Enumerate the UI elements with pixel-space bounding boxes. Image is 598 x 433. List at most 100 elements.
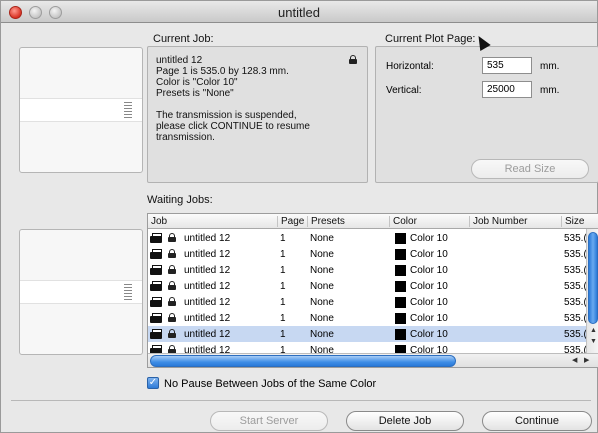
current-job-preview xyxy=(19,47,143,173)
size-cell: 535.( xyxy=(564,313,587,324)
printer-icon xyxy=(150,281,162,291)
printer-icon xyxy=(150,265,162,275)
current-job-line: Presets is "None" xyxy=(156,88,234,99)
current-job-label: Current Job: xyxy=(153,33,214,45)
title-bar: untitled xyxy=(1,1,597,23)
presets-cell: None xyxy=(310,281,334,292)
window-title: untitled xyxy=(278,5,320,20)
presets-cell: None xyxy=(310,249,334,260)
footer-divider xyxy=(11,400,591,401)
vertical-label: Vertical: xyxy=(386,85,422,96)
waiting-jobs-table: Job Page Presets Color Job Number Size u… xyxy=(147,213,598,368)
size-cell: 535.( xyxy=(564,249,587,260)
column-presets[interactable]: Presets xyxy=(308,216,390,227)
no-pause-label[interactable]: No Pause Between Jobs of the Same Color xyxy=(164,378,376,390)
vertical-scrollbar-thumb[interactable] xyxy=(588,232,598,324)
preview-marks xyxy=(124,284,132,300)
horizontal-label: Horizontal: xyxy=(386,61,434,72)
table-row[interactable]: untitled 12 1 None Color 10 535.( xyxy=(148,278,598,294)
table-row[interactable]: untitled 12 1 None Color 10 535.( xyxy=(148,230,598,246)
color-swatch xyxy=(395,313,406,324)
job-cell: untitled 12 xyxy=(184,233,231,244)
printer-icon xyxy=(150,233,162,243)
table-row[interactable]: untitled 12 1 None Color 10 535.( xyxy=(148,246,598,262)
page-cell: 1 xyxy=(280,329,286,340)
color-swatch xyxy=(395,297,406,308)
job-cell: untitled 12 xyxy=(184,297,231,308)
presets-cell: None xyxy=(310,297,334,308)
column-color[interactable]: Color xyxy=(390,216,470,227)
color-cell: Color 10 xyxy=(410,233,448,244)
status-message-line: The transmission is suspended, xyxy=(156,110,297,121)
scroll-right-icon[interactable]: ▶ xyxy=(584,356,589,364)
column-job[interactable]: Job xyxy=(148,216,278,227)
lock-icon xyxy=(168,329,176,338)
presets-cell: None xyxy=(310,233,334,244)
column-size[interactable]: Size xyxy=(562,216,598,227)
table-header: Job Page Presets Color Job Number Size xyxy=(148,214,598,229)
table-row[interactable]: untitled 12 1 None Color 10 535.( xyxy=(148,310,598,326)
color-swatch xyxy=(395,329,406,340)
waiting-job-preview xyxy=(19,229,143,355)
scroll-left-icon[interactable]: ◀ xyxy=(572,356,577,364)
lock-icon xyxy=(168,249,176,258)
read-size-button[interactable]: Read Size xyxy=(471,159,589,179)
page-cell: 1 xyxy=(280,233,286,244)
job-cell: untitled 12 xyxy=(184,313,231,324)
horizontal-unit: mm. xyxy=(540,61,560,72)
table-row[interactable]: untitled 12 1 None Color 10 535.( xyxy=(148,294,598,310)
main-window: untitled Current Job: untitled 12 Page 1… xyxy=(0,0,598,433)
color-swatch xyxy=(395,281,406,292)
size-cell: 535.( xyxy=(564,329,587,340)
job-cell: untitled 12 xyxy=(184,281,231,292)
current-job-line: Page 1 is 535.0 by 128.3 mm. xyxy=(156,66,289,77)
horizontal-scrollbar-thumb[interactable] xyxy=(150,355,456,367)
no-pause-checkbox[interactable]: ✓ xyxy=(147,377,159,389)
page-cell: 1 xyxy=(280,313,286,324)
printer-icon xyxy=(150,313,162,323)
current-job-line: untitled 12 xyxy=(156,55,203,66)
presets-cell: None xyxy=(310,265,334,276)
status-message-line: transmission. xyxy=(156,132,215,143)
lock-icon xyxy=(168,233,176,242)
color-cell: Color 10 xyxy=(410,297,448,308)
printer-icon xyxy=(150,329,162,339)
plot-page-box: Horizontal: 535 mm. Vertical: 25000 mm. … xyxy=(375,46,598,183)
preview-marks xyxy=(124,102,132,118)
table-row[interactable]: untitled 12 1 None Color 10 535.( xyxy=(148,326,598,342)
column-job-number[interactable]: Job Number xyxy=(470,216,562,227)
job-cell: untitled 12 xyxy=(184,249,231,260)
current-job-line: Color is "Color 10" xyxy=(156,77,238,88)
lock-icon xyxy=(349,55,357,64)
size-cell: 535.( xyxy=(564,281,587,292)
color-cell: Color 10 xyxy=(410,265,448,276)
delete-job-button[interactable]: Delete Job xyxy=(346,411,464,431)
color-swatch xyxy=(395,233,406,244)
page-cell: 1 xyxy=(280,265,286,276)
waiting-jobs-label: Waiting Jobs: xyxy=(147,194,213,206)
column-page[interactable]: Page xyxy=(278,216,308,227)
continue-button[interactable]: Continue xyxy=(482,411,592,431)
color-cell: Color 10 xyxy=(410,313,448,324)
size-cell: 535.( xyxy=(564,297,587,308)
horizontal-field[interactable]: 535 xyxy=(482,57,532,74)
page-cell: 1 xyxy=(280,281,286,292)
start-server-button[interactable]: Start Server xyxy=(210,411,328,431)
color-swatch xyxy=(395,265,406,276)
vertical-unit: mm. xyxy=(540,85,560,96)
size-cell: 535.( xyxy=(564,233,587,244)
lock-icon xyxy=(168,281,176,290)
lock-icon xyxy=(168,265,176,274)
scroll-down-icon[interactable]: ▼ xyxy=(590,338,597,345)
size-cell: 535.( xyxy=(564,265,587,276)
color-cell: Color 10 xyxy=(410,249,448,260)
scroll-up-icon[interactable]: ▲ xyxy=(590,327,597,334)
table-row[interactable]: untitled 12 1 None Color 10 535.( xyxy=(148,262,598,278)
lock-icon xyxy=(168,313,176,322)
current-job-details: untitled 12 Page 1 is 535.0 by 128.3 mm.… xyxy=(156,55,366,143)
vertical-field[interactable]: 25000 xyxy=(482,81,532,98)
lock-icon xyxy=(168,297,176,306)
presets-cell: None xyxy=(310,313,334,324)
printer-icon xyxy=(150,297,162,307)
status-message-line: please click CONTINUE to resume xyxy=(156,121,310,132)
